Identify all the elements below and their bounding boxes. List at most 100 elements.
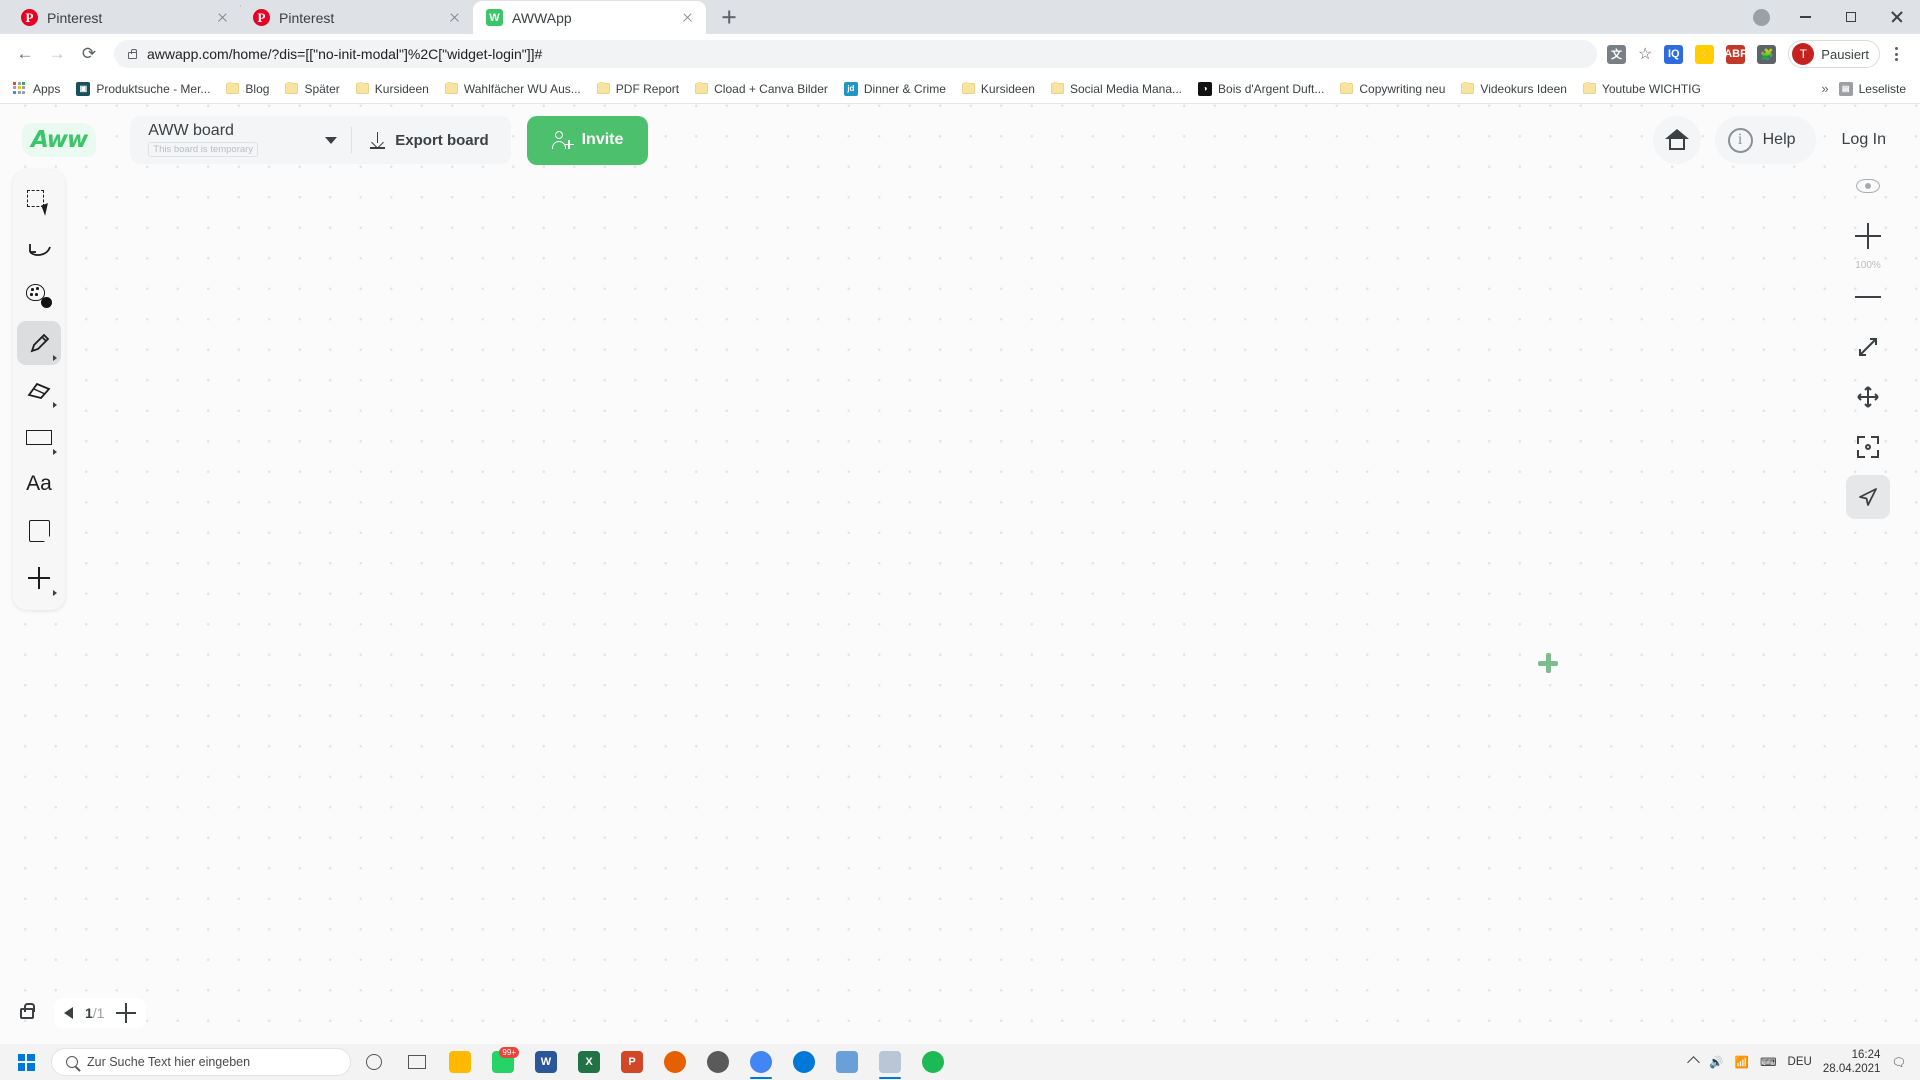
chrome-icon [750,1051,772,1073]
bookmark-item[interactable]: ▣ Produktsuche - Mer... [69,79,217,99]
iq-icon[interactable]: IQ [1664,44,1684,64]
browser-tab-active[interactable]: W AWWApp [473,1,706,34]
cortana-button[interactable] [354,1044,394,1080]
board-selector[interactable]: AWW board This board is temporary Export… [130,116,511,164]
reading-list-button[interactable]: ▤ Leseliste [1838,81,1914,96]
bookmarks-overflow-button[interactable]: » [1813,81,1836,96]
browser-tab[interactable]: P Pinterest [240,1,473,34]
browser-tab[interactable]: P Pinterest [8,1,241,34]
tab-title: AWWApp [512,9,572,26]
show-hidden-icons-button[interactable] [1687,1055,1701,1069]
bookmark-item[interactable]: Kursideen [955,79,1042,99]
bookmark-item[interactable]: Cload + Canva Bilder [688,79,835,99]
focus-button[interactable] [1846,425,1890,469]
language-indicator[interactable]: DEU [1788,1056,1812,1068]
bookmark-item[interactable]: Copywriting neu [1333,79,1452,99]
bookmark-item[interactable]: Youtube WICHTIG [1576,79,1708,99]
canvas-controls: 100% [1846,164,1890,525]
visibility-toggle[interactable] [1846,164,1890,208]
login-button[interactable]: Log In [1830,131,1898,149]
translate-icon[interactable]: 文 [1606,44,1626,64]
focus-icon [1857,436,1879,458]
bookmark-apps[interactable]: Apps [6,79,67,99]
reading-list-icon: ▤ [1838,81,1853,96]
taskbar-app-paint[interactable] [870,1044,910,1080]
reload-button[interactable]: ⟳ [74,39,104,69]
pencil-tool[interactable] [17,321,61,365]
task-view-button[interactable] [397,1044,437,1080]
extension-icon[interactable]: ⚡ [1695,44,1715,64]
network-icon[interactable]: 📶 [1735,1055,1749,1069]
add-page-button[interactable] [116,1003,137,1023]
bookmark-item[interactable]: Social Media Mana... [1044,79,1189,99]
more-circle-icon[interactable] [1753,8,1770,26]
shape-tool[interactable] [17,415,61,459]
keyboard-icon[interactable]: ⌨ [1760,1055,1777,1069]
close-icon[interactable] [679,9,696,26]
close-icon[interactable] [214,9,231,26]
taskbar-app-whatsapp[interactable]: 99+ [483,1044,523,1080]
color-tool[interactable] [17,274,61,318]
eraser-tool[interactable] [17,368,61,412]
bookmark-item[interactable]: Videokurs Ideen [1454,79,1574,99]
notifications-icon[interactable]: 🗨 [1891,1055,1906,1069]
bookmark-item[interactable]: Blog [219,79,276,99]
minus-icon [1855,295,1881,299]
taskbar-app-excel[interactable]: X [569,1044,609,1080]
bookmark-item[interactable]: Wahlfächer WU Aus... [438,79,588,99]
start-button[interactable] [4,1044,48,1080]
taskbar-app-chrome[interactable] [741,1044,781,1080]
more-tools[interactable] [17,556,61,600]
bookmark-star-icon[interactable]: ☆ [1638,44,1652,64]
taskbar-app-powerpoint[interactable]: P [612,1044,652,1080]
fit-screen-button[interactable] [1846,325,1890,369]
export-board-button[interactable]: Export board [352,116,506,164]
undo-tool[interactable] [17,227,61,271]
taskbar-app-word[interactable]: W [526,1044,566,1080]
zoom-in-button[interactable] [1846,214,1890,258]
help-button[interactable]: i Help [1714,116,1816,164]
bookmark-item[interactable]: Später [278,79,346,99]
clock[interactable]: 16:24 28.04.2021 [1823,1048,1881,1077]
taskbar-app-opera[interactable] [698,1044,738,1080]
chrome-menu-button[interactable] [1882,40,1910,68]
bookmark-item[interactable]: ◑ Bois d'Argent Duft... [1191,79,1331,99]
forward-button[interactable]: → [42,39,72,69]
taskbar-app-edge[interactable] [784,1044,824,1080]
taskbar-app-spotify[interactable] [913,1044,953,1080]
taskbar-app-photos[interactable] [827,1044,867,1080]
new-tab-button[interactable] [714,2,744,32]
header-right-actions: i Help Log In [1652,116,1898,164]
close-window-button[interactable] [1874,0,1920,34]
site-icon: ▣ [76,81,91,96]
home-button[interactable] [1652,116,1701,164]
word-icon: W [535,1051,557,1073]
text-tool[interactable]: Aa [17,462,61,506]
zoom-out-button[interactable] [1846,275,1890,319]
sticky-note-tool[interactable] [17,509,61,553]
invite-button[interactable]: Invite [526,115,649,165]
taskbar-app-file-explorer[interactable] [440,1044,480,1080]
puzzle-icon[interactable]: 🧩 [1757,44,1777,64]
chevron-down-icon[interactable] [325,136,338,144]
whiteboard-canvas[interactable]: Aww AWW board This board is temporary Ex… [0,104,1920,1044]
back-button[interactable]: ← [10,39,40,69]
taskbar-search[interactable]: Zur Suche Text hier eingeben [51,1048,351,1076]
address-bar[interactable]: awwapp.com/home/?dis=[["no-init-modal"]%… [114,40,1597,68]
profile-chip[interactable]: T Pausiert [1788,40,1880,68]
volume-icon[interactable]: 🔊 [1709,1055,1723,1069]
minimize-button[interactable] [1782,0,1828,34]
maximize-button[interactable] [1828,0,1874,34]
taskbar-app-firefox[interactable] [655,1044,695,1080]
bookmark-item[interactable]: PDF Report [590,79,686,99]
close-icon[interactable] [446,9,463,26]
bookmark-item[interactable]: jd Dinner & Crime [837,79,953,99]
previous-page-button[interactable] [64,1007,73,1019]
pan-button[interactable] [1846,375,1890,419]
pointer-button[interactable] [1846,475,1890,519]
bookmark-item[interactable]: Kursideen [349,79,436,99]
expand-arrow-icon [53,449,57,455]
abp-icon[interactable]: ABP [1724,44,1747,64]
lock-board-button[interactable] [14,1000,40,1026]
select-tool[interactable] [17,180,61,224]
